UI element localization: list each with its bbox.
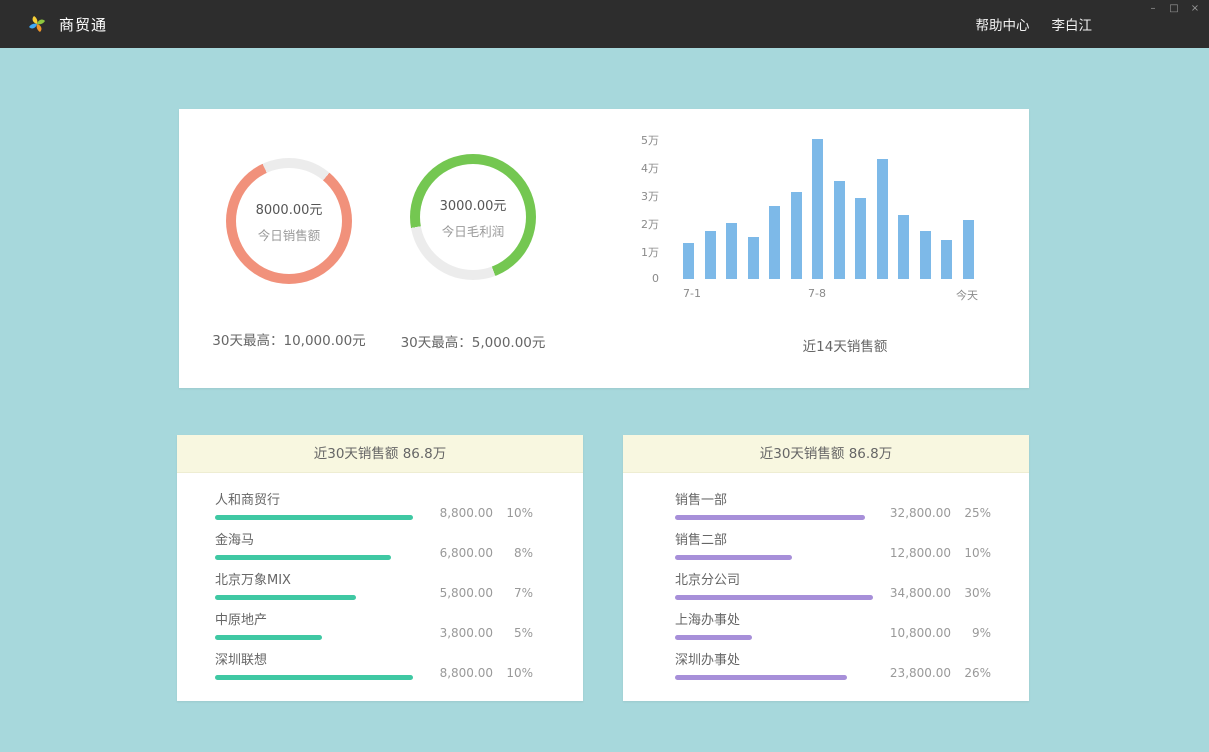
brand: 商贸通: [26, 0, 107, 48]
sales-bar: [877, 159, 888, 279]
sales-bar: [726, 223, 737, 279]
list-item: 北京分公司 34,800.0030%: [675, 569, 1029, 609]
sales-bar: [963, 220, 974, 279]
item-bar: [215, 555, 391, 560]
minimize-icon[interactable]: –: [1147, 2, 1159, 16]
list-item: 销售二部 12,800.0010%: [675, 529, 1029, 569]
y-tick: 3万: [641, 188, 659, 204]
list-item: 深圳办事处 23,800.0026%: [675, 649, 1029, 689]
list-item: 上海办事处 10,800.009%: [675, 609, 1029, 649]
sales-bar: [834, 181, 845, 279]
today-sales-ring-center: 8000.00元 今日销售额: [236, 168, 342, 274]
sales-bar: [683, 243, 694, 279]
item-bar: [675, 515, 865, 520]
sales-bar: [748, 237, 759, 279]
item-bar: [215, 595, 356, 600]
sales-bar: [812, 139, 823, 279]
item-bar: [215, 675, 413, 680]
y-tick: 1万: [641, 244, 659, 260]
sales-bar: [791, 192, 802, 279]
top-nav: 帮助中心 李白江: [976, 0, 1093, 48]
sales-bar: [941, 240, 952, 279]
item-value: 8,800.0010%: [427, 506, 533, 520]
departments-card-title: 近30天销售额 86.8万: [623, 435, 1029, 473]
y-tick: 5万: [641, 132, 659, 148]
sales-bar: [855, 198, 866, 279]
help-center-link[interactable]: 帮助中心: [976, 14, 1030, 34]
summary-card: 8000.00元 今日销售额 30天最高：10,000.00元 3000.00元…: [179, 109, 1029, 388]
item-value: 32,800.0025%: [885, 506, 991, 520]
sales-bar: [769, 206, 780, 279]
departments-card: 近30天销售额 86.8万 销售一部 32,800.0025% 销售二部 12,…: [623, 435, 1029, 701]
item-value: 8,800.0010%: [427, 666, 533, 680]
app-window: – □ × 商贸通 帮助中心 李白江 8000.00元 今日: [0, 0, 1209, 752]
item-value: 12,800.0010%: [885, 546, 991, 560]
sales-bar: [898, 215, 909, 279]
close-icon[interactable]: ×: [1189, 2, 1201, 16]
today-profit-ring-center: 3000.00元 今日毛利润: [420, 164, 526, 270]
window-controls: – □ ×: [1147, 2, 1201, 16]
today-sales-label: 今日销售额: [258, 225, 321, 244]
item-value: 5,800.007%: [427, 586, 533, 600]
today-profit-value: 3000.00元: [440, 195, 507, 214]
chart-caption: 近14天销售额: [699, 335, 991, 355]
customers-card: 近30天销售额 86.8万 人和商贸行 8,800.0010% 金海马 6,80…: [177, 435, 583, 701]
x-tick: 7-1: [683, 287, 701, 300]
y-tick: 2万: [641, 216, 659, 232]
customers-card-title: 近30天销售额 86.8万: [177, 435, 583, 473]
item-value: 3,800.005%: [427, 626, 533, 640]
departments-rows: 销售一部 32,800.0025% 销售二部 12,800.0010% 北京分公…: [623, 473, 1029, 689]
sales-bar: [705, 231, 716, 279]
item-value: 6,800.008%: [427, 546, 533, 560]
item-value: 10,800.009%: [885, 626, 991, 640]
titlebar: – □ × 商贸通 帮助中心 李白江: [0, 0, 1209, 48]
y-axis: 5万 4万 3万 2万 1万 0: [631, 132, 659, 285]
x-tick: 7-8: [808, 287, 826, 300]
item-value: 23,800.0026%: [885, 666, 991, 680]
today-profit-label: 今日毛利润: [442, 221, 505, 240]
list-item: 人和商贸行 8,800.0010%: [215, 489, 583, 529]
list-item: 深圳联想 8,800.0010%: [215, 649, 583, 689]
item-bar: [215, 515, 413, 520]
list-item: 北京万象MIX 5,800.007%: [215, 569, 583, 609]
today-sales-ring: 8000.00元 今日销售额: [226, 158, 352, 284]
user-menu[interactable]: 李白江: [1052, 14, 1093, 34]
item-bar: [675, 635, 752, 640]
today-profit-ring: 3000.00元 今日毛利润: [410, 154, 536, 280]
sales-bars: [683, 139, 978, 279]
list-item: 销售一部 32,800.0025%: [675, 489, 1029, 529]
sales-bar: [920, 231, 931, 279]
item-value: 34,800.0030%: [885, 586, 991, 600]
item-bar: [675, 595, 873, 600]
item-bar: [215, 635, 322, 640]
item-bar: [675, 555, 792, 560]
list-item: 金海马 6,800.008%: [215, 529, 583, 569]
sales-30d-max: 30天最高：10,000.00元: [194, 329, 384, 349]
y-tick: 4万: [641, 160, 659, 176]
today-sales-value: 8000.00元: [256, 199, 323, 218]
profit-30d-max: 30天最高：5,000.00元: [378, 331, 568, 351]
x-tick: 今天: [956, 287, 978, 303]
maximize-icon[interactable]: □: [1168, 2, 1180, 16]
pinwheel-logo-icon: [26, 13, 48, 35]
list-item: 中原地产 3,800.005%: [215, 609, 583, 649]
item-bar: [675, 675, 847, 680]
x-axis: 7-1 7-8 今天: [683, 287, 978, 303]
y-tick: 0: [652, 272, 659, 285]
sales-14d-chart: 5万 4万 3万 2万 1万 0 7-1 7-8 今天: [631, 139, 978, 303]
customers-rows: 人和商贸行 8,800.0010% 金海马 6,800.008% 北京万象MIX…: [177, 473, 583, 689]
app-title: 商贸通: [59, 14, 107, 35]
